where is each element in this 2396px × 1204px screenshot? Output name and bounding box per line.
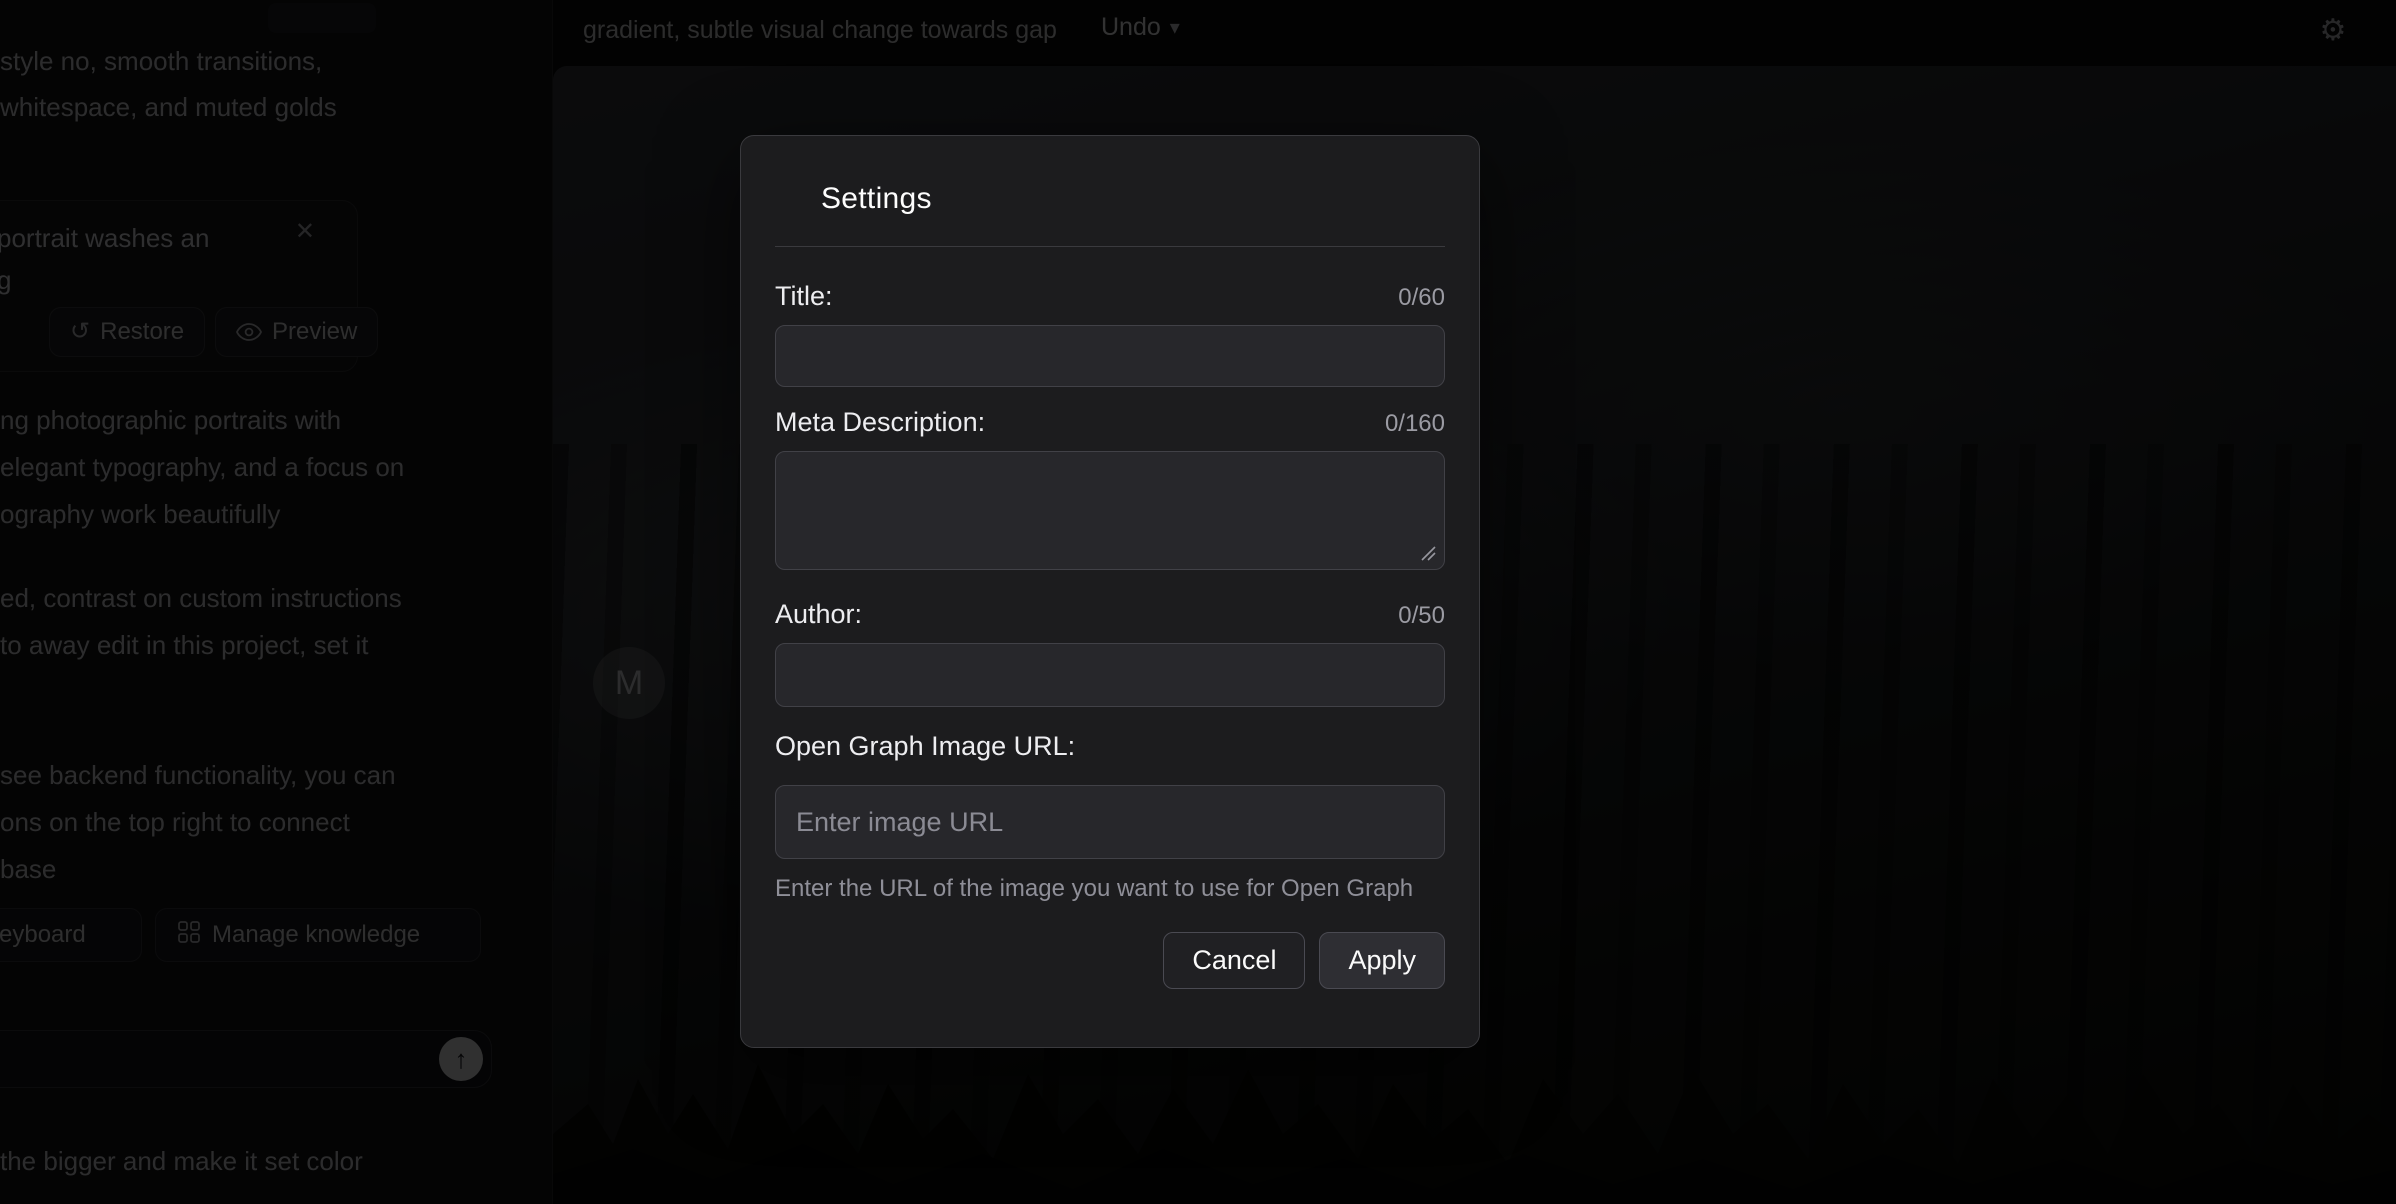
- cancel-button[interactable]: Cancel: [1163, 932, 1305, 989]
- og-image-label: Open Graph Image URL:: [775, 731, 1075, 762]
- modal-title: Settings: [821, 182, 1445, 216]
- modal-divider: [775, 246, 1445, 247]
- meta-description-field-row: Meta Description: 0/160: [775, 407, 1445, 438]
- apply-button[interactable]: Apply: [1319, 932, 1445, 989]
- title-label: Title:: [775, 281, 833, 312]
- resize-grip-icon[interactable]: [1418, 543, 1436, 561]
- og-image-field-row: Open Graph Image URL:: [775, 731, 1445, 762]
- author-input[interactable]: [775, 643, 1445, 707]
- title-input[interactable]: [775, 325, 1445, 387]
- og-image-helper-text: Enter the URL of the image you want to u…: [775, 875, 1445, 903]
- og-image-url-input[interactable]: [775, 785, 1445, 859]
- meta-description-textarea-wrap: [775, 451, 1445, 570]
- app-window: style no, smooth transitions, whitespace…: [0, 0, 2396, 1204]
- meta-description-counter: 0/160: [1385, 410, 1445, 438]
- modal-button-row: Cancel Apply: [775, 932, 1445, 989]
- meta-description-label: Meta Description:: [775, 407, 985, 438]
- author-counter: 0/50: [1398, 602, 1445, 630]
- settings-modal: Settings Title: 0/60 Meta Description: 0…: [740, 135, 1480, 1048]
- title-field-row: Title: 0/60: [775, 281, 1445, 312]
- meta-description-textarea[interactable]: [775, 451, 1445, 570]
- title-counter: 0/60: [1398, 284, 1445, 312]
- author-label: Author:: [775, 599, 862, 630]
- author-field-row: Author: 0/50: [775, 599, 1445, 630]
